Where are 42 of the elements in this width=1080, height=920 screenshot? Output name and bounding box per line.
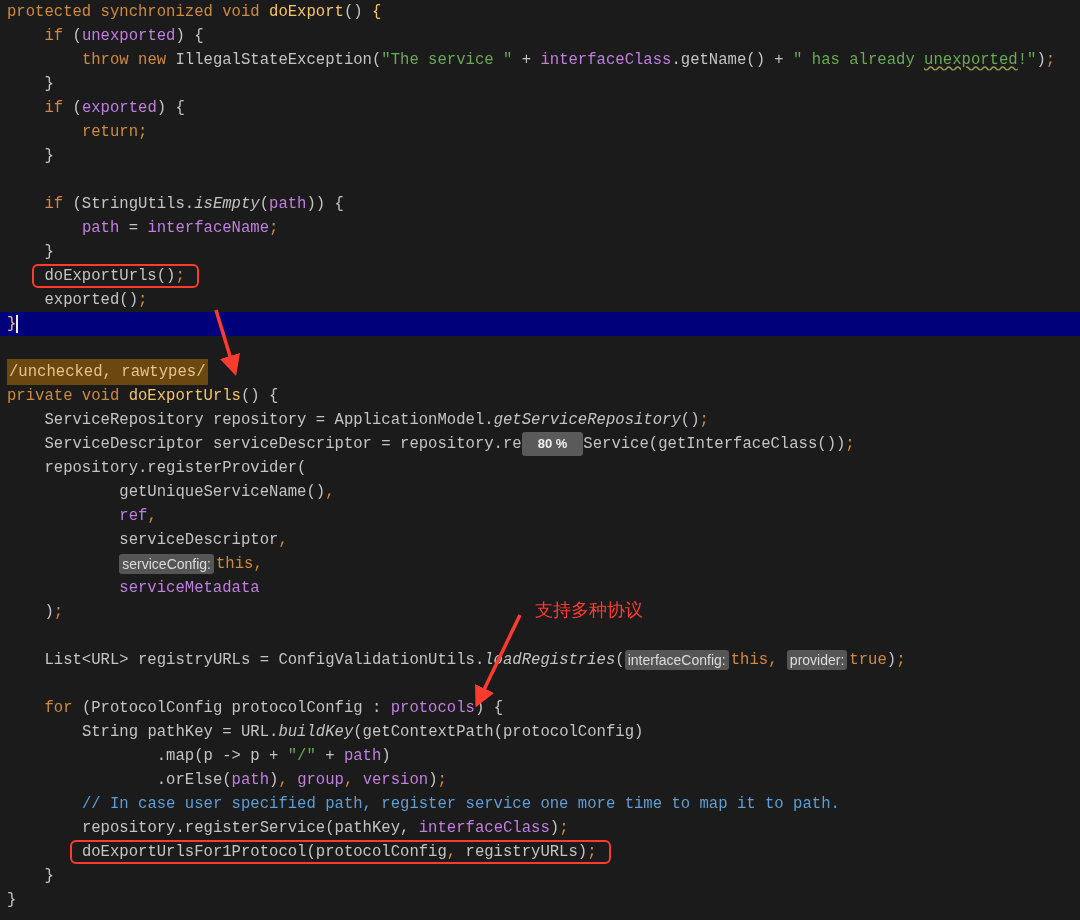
code-text: ref,	[119, 506, 157, 527]
code-text: }	[44, 74, 54, 95]
code-text: if (StringUtils.isEmpty(path)) {	[44, 194, 344, 215]
code-text: }	[44, 146, 54, 167]
code-text: ServiceDescriptor serviceDescriptor = repository.re	[44, 434, 522, 455]
annotation-arrow	[214, 309, 240, 377]
code-text: repository.registerService(pathKey, interfaceClass);	[81, 818, 569, 839]
code-text: this,	[216, 554, 263, 575]
code-text: serviceDescriptor,	[119, 530, 288, 551]
annotation-highlight: /unchecked, rawtypes/	[7, 359, 208, 385]
code-text: throw new IllegalStateException("The service " + interfaceClass.getName() + " has already unexported!");	[81, 50, 1056, 71]
code-text: path = interfaceName;	[81, 218, 279, 239]
parameter-hint: serviceConfig:	[119, 554, 214, 574]
code-text: .map(p -> p + "/" + path)	[156, 746, 391, 767]
code-text: Service(getInterfaceClass());	[583, 434, 855, 455]
code-text: doExportUrlsFor1Protocol(protocolConfig, registryURLs);	[81, 844, 597, 860]
code-text: if (exported) {	[44, 98, 185, 119]
code-text: }	[44, 866, 54, 887]
code-text: exported();	[44, 290, 148, 311]
code-text: private void doExportUrls() {	[7, 386, 279, 407]
parameter-hint: provider:	[786, 650, 848, 670]
code-text: // In case user specified path, register service one more time to map it to path.	[81, 794, 840, 815]
code-text: if (unexported) {	[44, 26, 204, 47]
code-text: true);	[849, 650, 906, 671]
code-text: doExportUrls();	[44, 268, 185, 284]
code-text: serviceMetadata	[119, 578, 260, 599]
parameter-hint: interfaceConfig:	[624, 650, 729, 670]
code-text: return;	[81, 122, 148, 143]
code-text: protected synchronized void doExport() {	[7, 2, 382, 23]
code-text: this,	[730, 650, 779, 671]
code-text: }	[7, 890, 17, 911]
code-text: String pathKey = URL.buildKey(getContextPath(protocolConfig)	[81, 722, 644, 743]
zoom-level-badge: 80 %	[521, 432, 584, 456]
code-text: ServiceRepository repository = ApplicationModel.getServiceRepository();	[44, 410, 709, 431]
code-text: getUniqueServiceName(),	[119, 482, 335, 503]
annotation-label: 支持多种协议	[535, 598, 643, 622]
code-text: }	[7, 314, 17, 335]
code-text: }	[44, 242, 54, 263]
code-text: repository.registerProvider(	[44, 458, 307, 479]
code-text: .orElse(path), group, version);	[156, 770, 447, 791]
text-cursor	[16, 315, 19, 333]
code-text: );	[44, 602, 64, 623]
